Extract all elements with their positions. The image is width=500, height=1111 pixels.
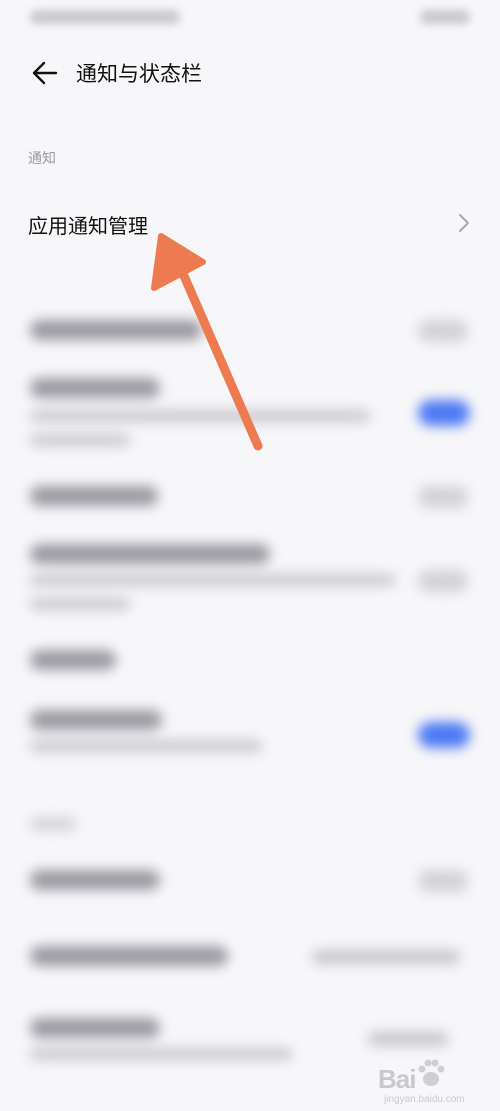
blurred-row-title (30, 486, 158, 506)
blurred-row-subtitle (30, 574, 395, 586)
blurred-row-subtitle (30, 1048, 292, 1060)
blurred-row-subtitle (30, 740, 262, 752)
blurred-row-title (30, 378, 160, 398)
status-bar-right (420, 10, 470, 24)
blurred-row-title (30, 320, 202, 340)
blurred-settings-list (0, 290, 500, 1111)
watermark-text: Bai (378, 1064, 416, 1094)
blurred-toggle-on (418, 722, 470, 748)
status-bar-left (30, 10, 180, 24)
back-arrow-icon (32, 61, 58, 85)
baidu-paw-icon (418, 1059, 445, 1086)
blurred-row-subtitle (30, 410, 370, 422)
chevron-right-icon (459, 214, 469, 232)
section-label-notifications: 通知 (28, 151, 56, 167)
app-notification-management-item[interactable]: 应用通知管理 (0, 190, 500, 256)
blurred-toggle-off (418, 486, 468, 508)
blurred-row-title (30, 946, 228, 966)
blurred-row-subtitle (30, 598, 130, 610)
blurred-row-title (30, 1018, 160, 1038)
status-bar (0, 0, 500, 36)
watermark-site: jingyan.baidu.com (384, 1094, 465, 1105)
baidu-jingyan-watermark: Bai jingyan.baidu.com (378, 1050, 488, 1106)
blurred-row-title (30, 650, 116, 670)
blurred-row-title (30, 870, 160, 890)
page-title: 通知与状态栏 (76, 62, 202, 86)
blurred-toggle-off (418, 320, 468, 342)
app-notification-management-label: 应用通知管理 (28, 214, 148, 238)
blurred-row-subtitle (30, 434, 130, 446)
blurred-toggle-on (418, 400, 470, 426)
blurred-toggle-off (418, 570, 468, 592)
blurred-section-label (30, 818, 76, 830)
blurred-row-title (30, 544, 270, 564)
back-button[interactable] (28, 56, 62, 90)
blurred-toggle-off (418, 870, 468, 892)
blurred-row-title (30, 710, 162, 730)
blurred-row-value (368, 1032, 448, 1046)
blurred-row-value (312, 950, 460, 964)
